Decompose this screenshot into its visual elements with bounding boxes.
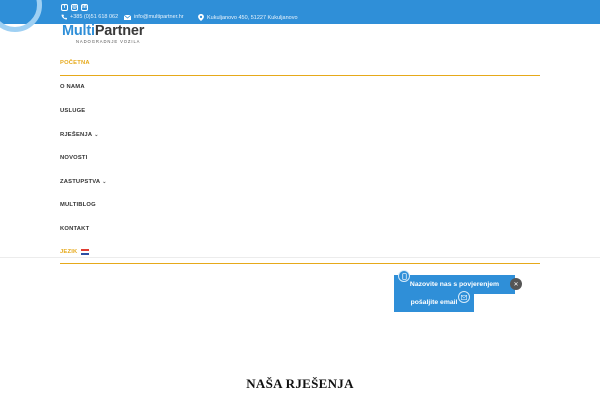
decorative-ring: [0, 0, 42, 32]
mobile-phone-icon: [398, 270, 410, 282]
nav-item-multiblog[interactable]: MULTIBLOG: [60, 194, 540, 218]
nav-item-rjesenja[interactable]: RJEŠENJA ⌄: [60, 123, 540, 147]
phone-icon: [61, 14, 67, 20]
social-links: f ◎ in: [61, 4, 88, 11]
logo-wordmark: MultiPartner: [62, 23, 144, 39]
nav-item-jezik[interactable]: JEZIK: [60, 241, 540, 265]
section-divider: [0, 257, 600, 258]
logo-tagline: NADOGRADNJE VOZILA: [76, 39, 141, 44]
nav-label: USLUGE: [60, 107, 86, 114]
chevron-down-icon: ⌄: [94, 131, 99, 138]
site-logo[interactable]: MultiPartner NADOGRADNJE VOZILA: [62, 23, 144, 44]
phone-contact[interactable]: +385 (0)51 618 062: [61, 14, 118, 20]
address-text: Kukuljanovo 450, 51227 Kukuljanovo: [207, 14, 298, 21]
nav-label: JEZIK: [60, 249, 78, 256]
instagram-icon[interactable]: ◎: [71, 4, 78, 11]
nav-item-kontakt[interactable]: KONTAKT: [60, 217, 540, 241]
call-button-label: Nazovite nas s povjerenjem: [409, 281, 500, 288]
close-icon[interactable]: ✕: [510, 278, 522, 290]
nav-label: MULTIBLOG: [60, 202, 96, 209]
nav-item-o-nama[interactable]: O NAMA: [60, 76, 540, 100]
logo-part-partner: Partner: [94, 23, 145, 39]
main-navigation: POČETNA O NAMA USLUGE RJEŠENJA ⌄ NOVOSTI…: [60, 52, 540, 265]
address-contact[interactable]: Kukuljanovo 450, 51227 Kukuljanovo: [198, 14, 298, 21]
envelope-icon: [458, 291, 470, 303]
nav-label: KONTAKT: [60, 225, 90, 232]
phone-number: +385 (0)51 618 062: [70, 14, 119, 20]
linkedin-icon[interactable]: in: [81, 4, 88, 11]
location-pin-icon: [198, 14, 204, 21]
email-address: info@multipartner.hr: [134, 14, 184, 20]
nav-item-novosti[interactable]: NOVOSTI: [60, 146, 540, 170]
logo-part-multi: Multi: [62, 23, 95, 39]
nav-item-usluge[interactable]: USLUGE: [60, 99, 540, 123]
nav-label: NOVOSTI: [60, 155, 88, 162]
section-title: NAŠA RJEŠENJA: [246, 376, 354, 391]
nav-label: ZASTUPSTVA: [60, 178, 101, 185]
email-contact[interactable]: info@multipartner.hr: [124, 14, 184, 20]
nav-label: POČETNA: [60, 60, 90, 67]
nav-label: RJEŠENJA: [60, 131, 93, 138]
nav-item-zastupstva[interactable]: ZASTUPSTVA ⌄: [60, 170, 540, 194]
croatian-flag-icon: [81, 249, 90, 256]
nav-item-pocetna[interactable]: POČETNA: [60, 52, 540, 76]
call-button[interactable]: Nazovite nas s povjerenjem: [394, 275, 515, 294]
email-button-label: pošaljite email: [410, 299, 458, 306]
facebook-icon[interactable]: f: [61, 4, 68, 11]
nav-label: O NAMA: [60, 84, 85, 91]
envelope-icon: [124, 14, 131, 20]
top-bar: f ◎ in +385 (0)51 618 062 info@multipart…: [0, 0, 600, 32]
chevron-down-icon: ⌄: [102, 178, 107, 185]
